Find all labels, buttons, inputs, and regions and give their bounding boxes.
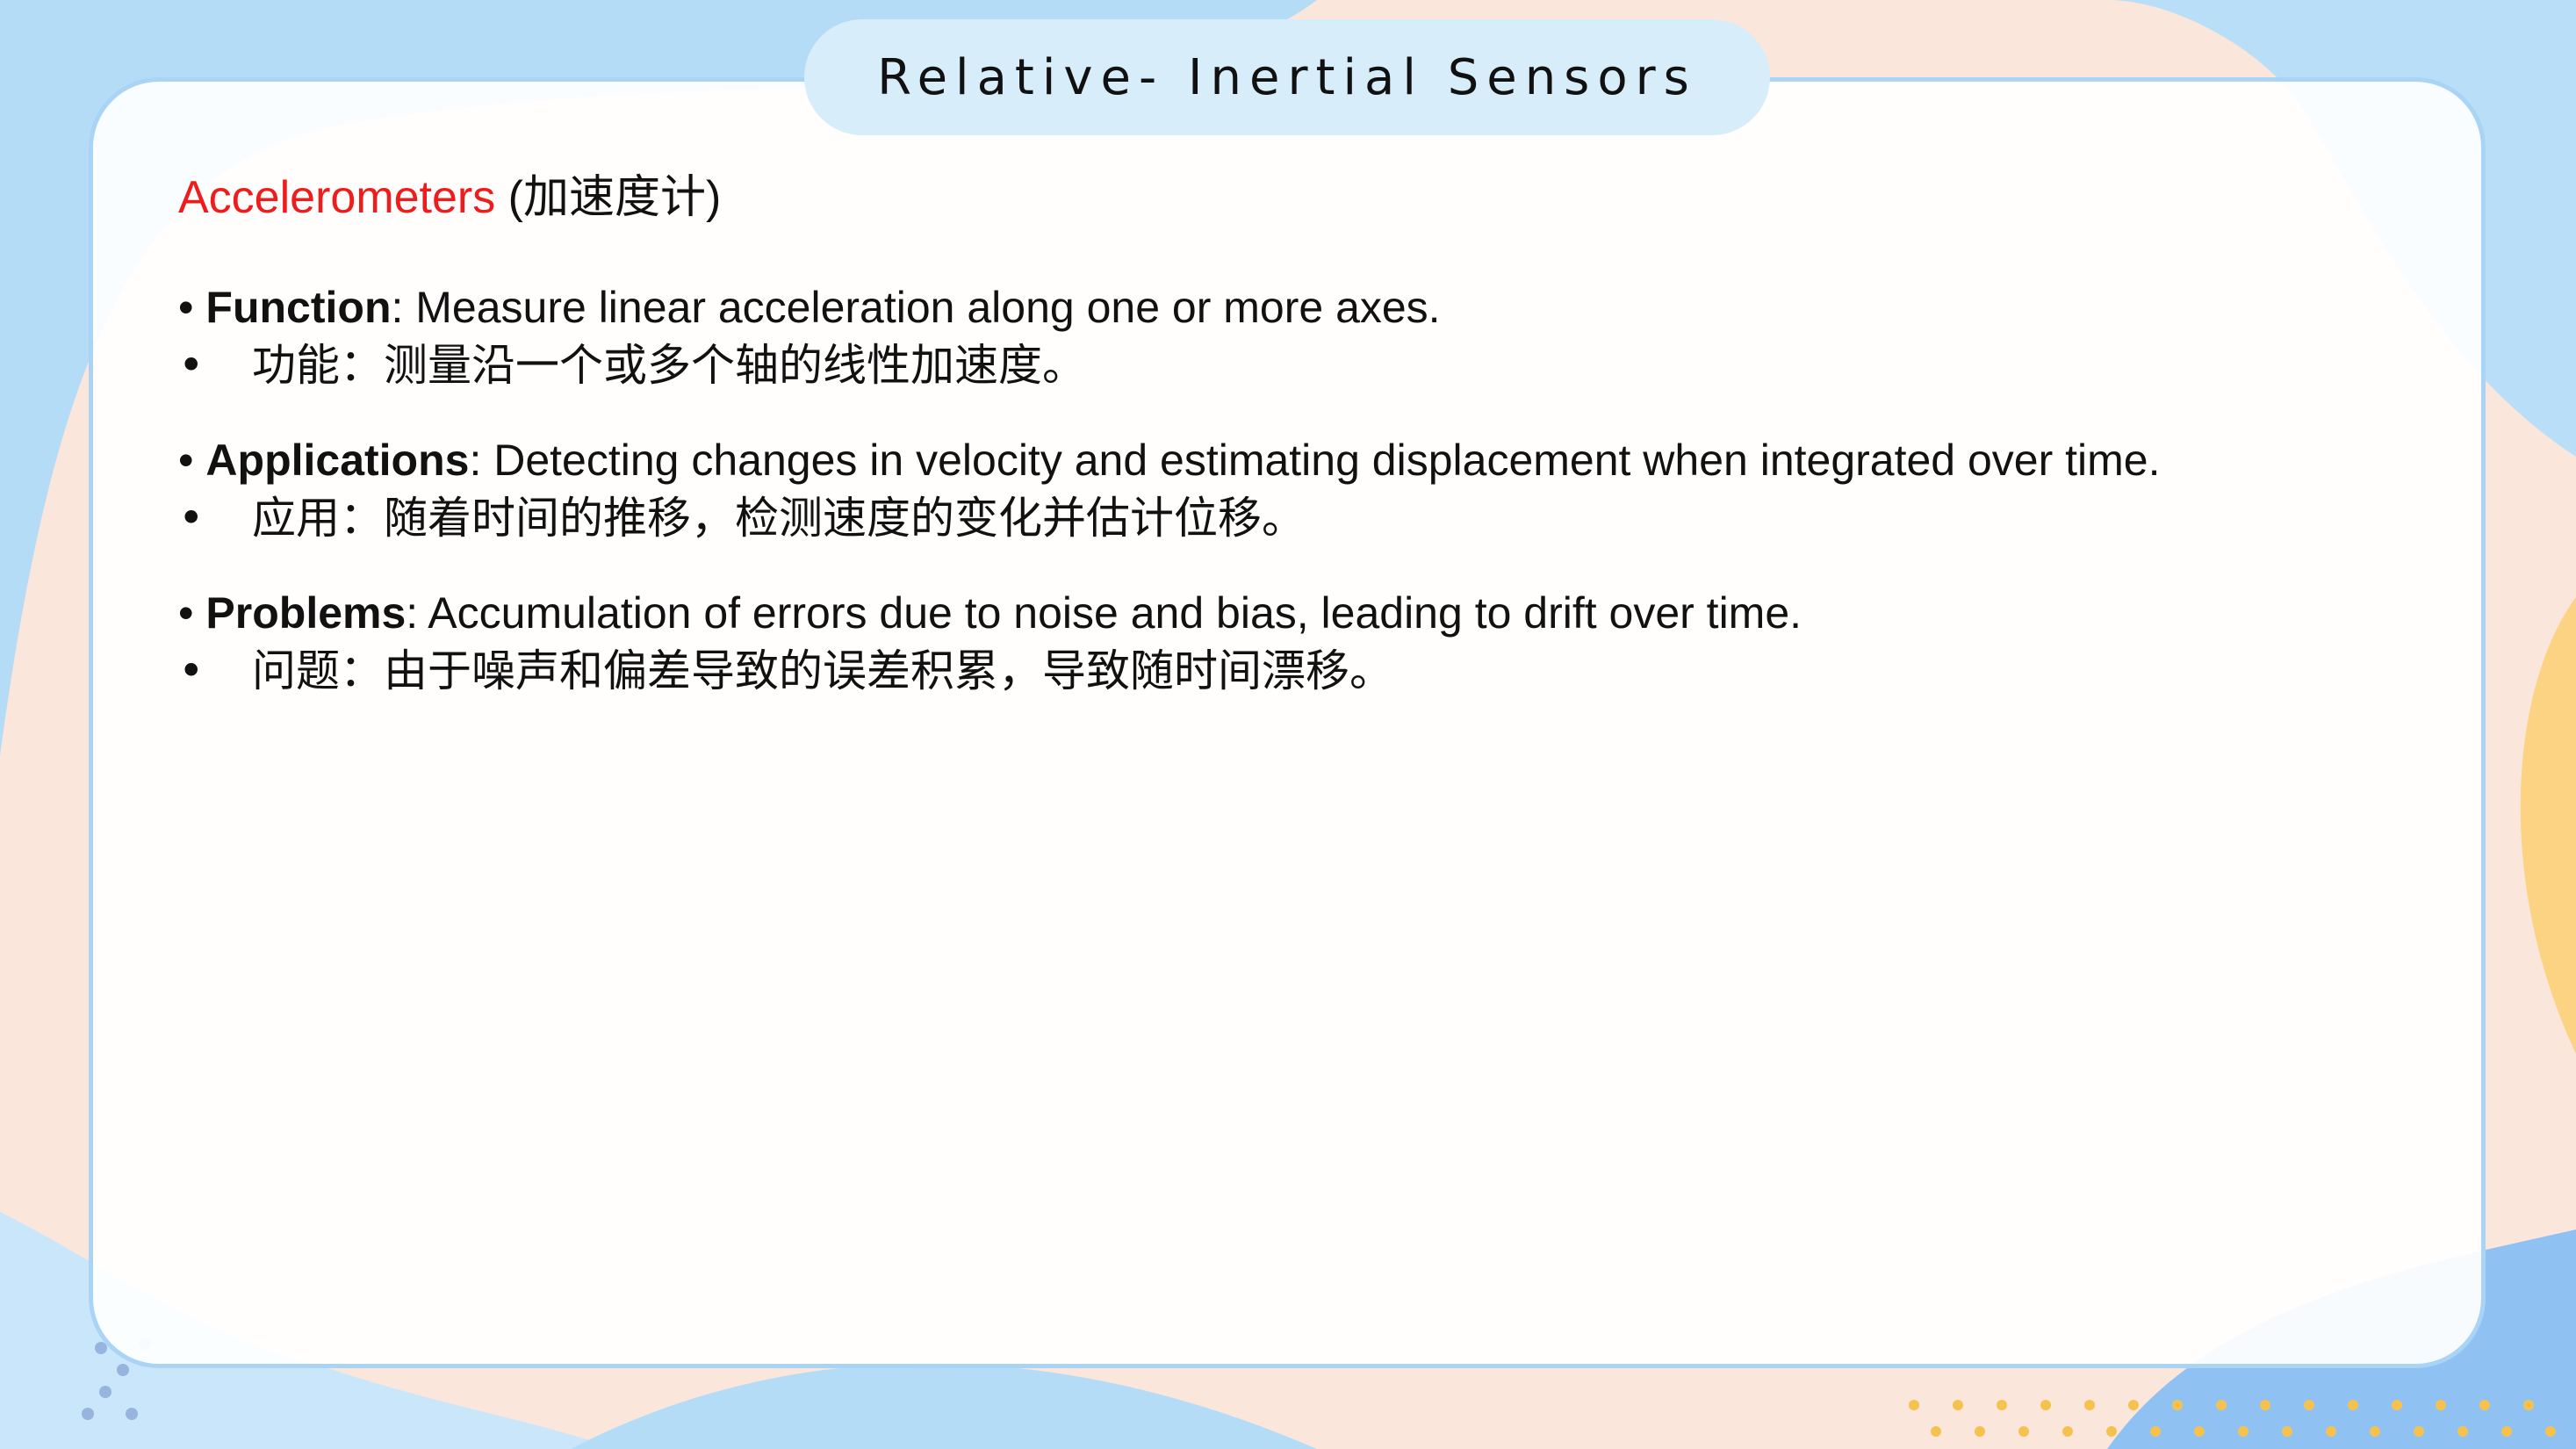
slide-body: Accelerometers (加速度计) • Function: Measur… bbox=[178, 162, 2417, 700]
slide-title: Relative- Inertial Sensors bbox=[877, 48, 1697, 106]
bullet-label: Applications bbox=[205, 436, 470, 485]
bullet-dot: • bbox=[178, 493, 205, 544]
heading-rest: (加速度计) bbox=[495, 172, 722, 223]
bullet-text: : Detecting changes in velocity and esti… bbox=[469, 436, 2161, 485]
bullet-dot: • bbox=[178, 436, 194, 485]
bullet-line-en: • Problems: Accumulation of errors due t… bbox=[178, 584, 2417, 642]
slide-title-banner: Relative- Inertial Sensors bbox=[804, 19, 1770, 135]
bullet-text: : Accumulation of errors due to noise an… bbox=[406, 588, 1802, 638]
bullet-text-zh: 问题：由于噪声和偏差导致的误差积累，导致随时间漂移。 bbox=[252, 645, 1393, 696]
bullet-dot: • bbox=[178, 588, 194, 638]
section-heading: Accelerometers (加速度计) bbox=[178, 162, 2417, 233]
bullet-label: Problems bbox=[205, 588, 407, 638]
bullet-text-zh: 应用：随着时间的推移，检测速度的变化并估计位移。 bbox=[252, 493, 1306, 544]
bullet-dot: • bbox=[178, 645, 205, 696]
bullet-line-zh: • 应用：随着时间的推移，检测速度的变化并估计位移。 bbox=[178, 489, 2417, 547]
problems-block: • Problems: Accumulation of errors due t… bbox=[178, 584, 2417, 700]
bullet-dot: • bbox=[178, 340, 205, 391]
bullet-dot: • bbox=[178, 283, 194, 332]
bullet-text: : Measure linear acceleration along one … bbox=[391, 283, 1441, 332]
applications-block: • Applications: Detecting changes in vel… bbox=[178, 431, 2417, 547]
bullet-label: Function bbox=[205, 283, 392, 332]
function-block: • Function: Measure linear acceleration … bbox=[178, 278, 2417, 394]
bullet-line-zh: • 功能：测量沿一个或多个轴的线性加速度。 bbox=[178, 336, 2417, 394]
bullet-line-en: • Function: Measure linear acceleration … bbox=[178, 278, 2417, 336]
bullet-line-en: • Applications: Detecting changes in vel… bbox=[178, 431, 2417, 489]
bullet-text-zh: 功能：测量沿一个或多个轴的线性加速度。 bbox=[252, 340, 1086, 391]
bullet-line-zh: • 问题：由于噪声和偏差导致的误差积累，导致随时间漂移。 bbox=[178, 642, 2417, 700]
heading-accent: Accelerometers bbox=[178, 172, 496, 223]
